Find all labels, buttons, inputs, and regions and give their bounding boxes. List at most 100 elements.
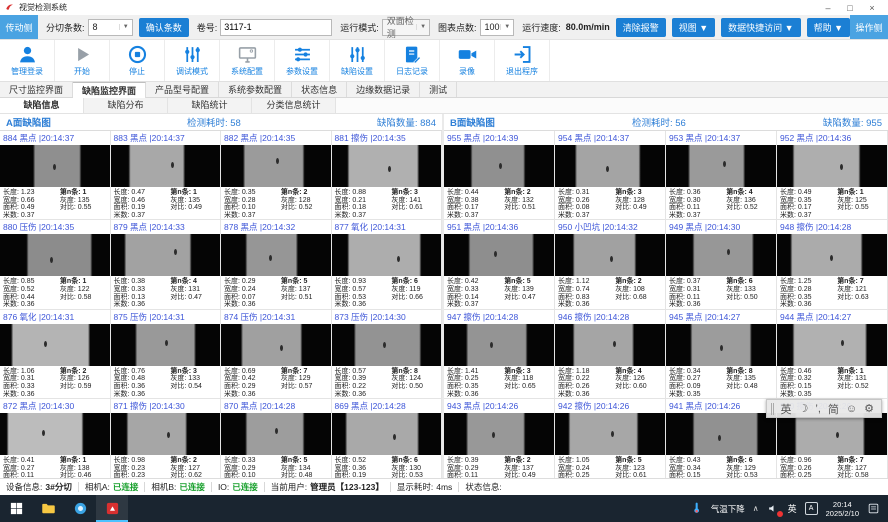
file-explorer-button[interactable] [32,495,64,522]
defect-cell[interactable]: 882 黑点 |20:14:35 长度: 0.35宽度: 0.28面积: 0.1… [221,131,332,220]
defect-cell[interactable]: 951 黑点 |20:14:36 长度: 0.42宽度: 0.33面积: 0.1… [444,220,555,309]
defect-strip: 第n条: 3 [615,189,662,197]
ime-lang-toggle[interactable]: 英 [781,401,792,417]
tab-5[interactable]: 边缘数据记录 [347,82,420,97]
minimize-button[interactable]: – [817,3,839,13]
ribbon-button-exit[interactable]: 退出程序 [495,40,550,81]
ime-emoji-icon[interactable]: ☺ [846,403,857,415]
ime-fullhalf-moon-icon[interactable]: ☽ [799,402,809,415]
ribbon-button-params-sliders[interactable]: 参数设置 [275,40,330,81]
drive-side-button[interactable]: 传动侧 [0,15,38,39]
browser-button[interactable] [64,495,96,522]
defect-cell[interactable]: 949 黑点 |20:14:30 长度: 0.37宽度: 0.31面积: 0.1… [666,220,777,309]
tab-1[interactable]: 缺陷监控界面 [73,82,146,98]
ime-mode-icon[interactable]: A [805,502,818,515]
inspection-app-button[interactable] [96,495,128,522]
close-button[interactable]: × [861,3,883,13]
defect-cell[interactable]: 941 黑点 |20:14:26 长度: 0.43宽度: 0.34面积: 0.1… [666,399,777,488]
subtab-3[interactable]: 分类信息统计 [252,98,336,113]
defect-gray: 灰度: 131 [837,375,884,383]
defect-contrast: 对比: 0.52 [726,204,773,212]
ribbon-button-monitor[interactable]: 系统配置 [220,40,275,81]
ime-settings-gear-icon[interactable]: ⚙ [864,402,874,415]
view-menu-button[interactable]: 视图 ▼ [672,18,715,37]
thermometer-icon[interactable] [690,502,703,515]
defect-cell[interactable]: 875 压伤 |20:14:31 长度: 0.76宽度: 0.48面积: 0.3… [111,310,222,399]
defect-cell[interactable]: 869 黑点 |20:14:28 长度: 0.52宽度: 0.36面积: 0.1… [332,399,443,488]
maximize-button[interactable]: □ [839,3,861,13]
ribbon-button-debug-sliders[interactable]: 调试模式 [165,40,220,81]
defect-cell[interactable]: 883 黑点 |20:14:37 长度: 0.47宽度: 0.46面积: 0.1… [111,131,222,220]
defect-cell[interactable]: 884 黑点 |20:14:37 长度: 1.23宽度: 0.66面积: 0.4… [0,131,111,220]
defect-cell[interactable]: 880 压伤 |20:14:35 长度: 0.85宽度: 0.52面积: 0.4… [0,220,111,309]
operate-side-button[interactable]: 操作侧 [850,15,888,39]
tab-0[interactable]: 尺寸监控界面 [0,82,73,97]
defect-cell[interactable]: 877 氧化 |20:14:31 长度: 0.93宽度: 0.57面积: 0.5… [332,220,443,309]
subtab-1[interactable]: 缺陷分布 [84,98,168,113]
taskbar-clock[interactable]: 20:14 2025/2/10 [826,500,859,518]
defect-cell[interactable]: 943 黑点 |20:14:26 长度: 0.39宽度: 0.29面积: 0.1… [444,399,555,488]
ribbon-button-play[interactable]: 开始 [55,40,110,81]
defect-cell[interactable]: 870 黑点 |20:14:28 长度: 0.33宽度: 0.29面积: 0.1… [221,399,332,488]
weather-text[interactable]: 气温下降 [711,503,745,515]
ime-simplified-toggle[interactable]: 简 [828,401,839,417]
tab-4[interactable]: 状态信息 [292,82,347,97]
defect-cell[interactable]: 874 压伤 |20:14:31 长度: 0.69宽度: 0.42面积: 0.2… [221,310,332,399]
start-button[interactable] [0,495,32,522]
defect-cell[interactable]: 948 擦伤 |20:14:28 长度: 1.25宽度: 0.28面积: 0.3… [777,220,888,309]
defect-contrast: 对比: 0.60 [615,383,662,391]
defect-cell[interactable]: 873 压伤 |20:14:30 长度: 0.57宽度: 0.39面积: 0.2… [332,310,443,399]
defect-cell[interactable]: 878 黑点 |20:14:32 长度: 0.29宽度: 0.24面积: 0.0… [221,220,332,309]
defect-mark [50,257,53,263]
statusbar: 设备信息:3#分切 相机A:已连接 相机B:已连接 IO:已连接 当前用户:管理… [0,478,888,495]
ribbon-button-user[interactable]: 管理登录 [0,40,55,81]
defect-cell[interactable]: 954 黑点 |20:14:37 长度: 0.31宽度: 0.26面积: 0.0… [555,131,666,220]
input-language-indicator[interactable]: 英 [788,502,797,515]
subtab-2[interactable]: 缺陷统计 [168,98,252,113]
help-menu-button[interactable]: 帮助 ▼ [807,18,850,37]
ribbon-button-defect-sliders[interactable]: 缺陷设置 [330,40,385,81]
defect-cell[interactable]: 871 擦伤 |20:14:30 长度: 0.98宽度: 0.23面积: 0.2… [111,399,222,488]
defect-cell[interactable]: 881 擦伤 |20:14:35 长度: 0.88宽度: 0.21面积: 0.1… [332,131,443,220]
data-quick-access-button[interactable]: 数据快捷访问 ▼ [721,18,800,37]
tab-6[interactable]: 测试 [420,82,457,97]
defect-cell[interactable]: 952 黑点 |20:14:36 长度: 0.49宽度: 0.35面积: 0.1… [777,131,888,220]
ime-punctuation-toggle[interactable]: ’, [815,403,821,415]
tab-3[interactable]: 系统参数配置 [219,82,292,97]
defect-cell[interactable]: 879 黑点 |20:14:33 长度: 0.38宽度: 0.33面积: 0.1… [111,220,222,309]
defect-cell[interactable]: 942 擦伤 |20:14:26 长度: 1.05宽度: 0.24面积: 0.2… [555,399,666,488]
slit-count-select[interactable]: 8▼ [88,19,133,36]
defect-area: 面积: 0.29 [224,383,281,391]
ribbon-button-camera[interactable]: 录像 [440,40,495,81]
main-tabs: 尺寸监控界面缺陷监控界面产品型号配置系统参数配置状态信息边缘数据记录测试 [0,82,888,98]
tab-2[interactable]: 产品型号配置 [146,82,219,97]
defect-strip: 第n条: 2 [504,189,551,197]
defect-area: 面积: 0.09 [669,383,726,391]
defect-cell[interactable]: 946 擦伤 |20:14:28 长度: 1.18宽度: 0.22面积: 0.2… [555,310,666,399]
defect-cell[interactable]: 950 小凹坑 |20:14:32 长度: 1.12宽度: 0.74面积: 0.… [555,220,666,309]
chart-points-select[interactable]: 100▼ [480,19,515,36]
defect-cell[interactable]: 945 黑点 |20:14:27 长度: 0.34宽度: 0.27面积: 0.0… [666,310,777,399]
defect-cell[interactable]: 947 擦伤 |20:14:28 长度: 1.41宽度: 0.25面积: 0.3… [444,310,555,399]
defect-meter: 米数: 0.36 [558,301,615,309]
defect-length: 长度: 1.05 [558,457,615,465]
folder-icon [41,501,56,516]
tray-expand-chevron-icon[interactable]: ∧ [753,504,759,513]
subtab-0[interactable]: 缺陷信息 [0,98,84,113]
ribbon-button-stop[interactable]: 停止 [110,40,165,81]
defect-mark [276,158,279,164]
run-mode-select[interactable]: 双面检测▼ [382,19,430,36]
defect-cell[interactable]: 872 黑点 |20:14:30 长度: 0.41宽度: 0.27面积: 0.1… [0,399,111,488]
defect-cell[interactable]: 953 黑点 |20:14:37 长度: 0.36宽度: 0.30面积: 0.1… [666,131,777,220]
ribbon-button-log[interactable]: 日志记录 [385,40,440,81]
ime-drag-handle[interactable] [771,403,774,415]
defect-cell[interactable]: 876 氧化 |20:14:31 长度: 1.06宽度: 0.31面积: 0.3… [0,310,111,399]
clear-alarm-button[interactable]: 清除报警 [616,18,666,37]
defect-cell[interactable]: 955 黑点 |20:14:39 长度: 0.44宽度: 0.38面积: 0.1… [444,131,555,220]
notification-icon[interactable] [867,502,880,515]
roll-number-input[interactable] [220,19,332,36]
volume-button[interactable] [767,502,780,515]
defect-cell[interactable]: 944 黑点 |20:14:27 长度: 0.46宽度: 0.32面积: 0.1… [777,310,888,399]
defect-contrast: 对比: 0.52 [281,204,328,212]
confirm-count-button[interactable]: 确认条数 [139,18,189,37]
